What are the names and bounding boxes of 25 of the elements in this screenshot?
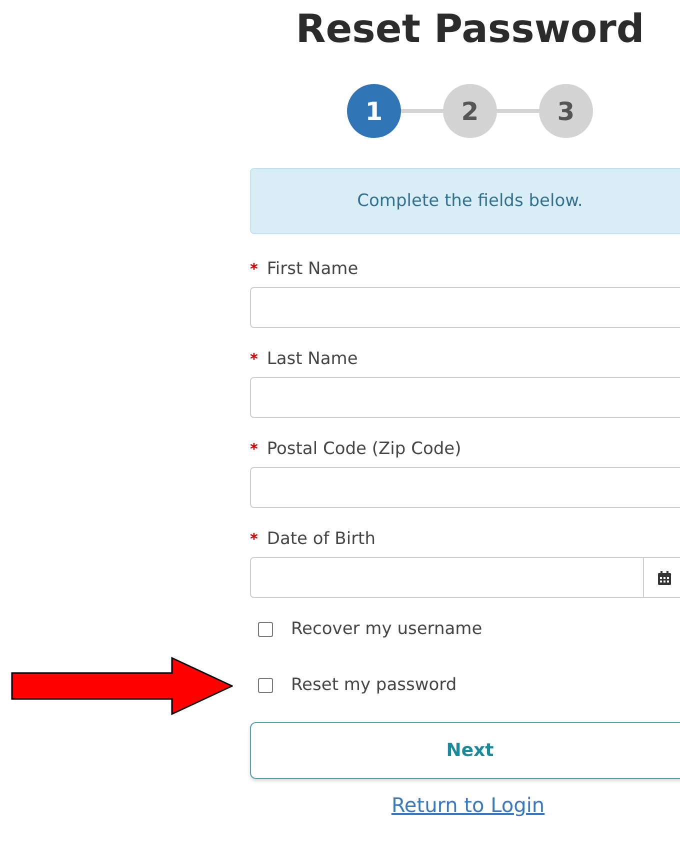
checkbox-label: Reset my password: [291, 675, 457, 695]
info-banner: Complete the fields below.: [250, 168, 680, 234]
required-mark: *: [250, 350, 258, 368]
text-input[interactable]: [250, 287, 680, 328]
required-mark: *: [250, 260, 258, 278]
field-label: First Name: [266, 259, 358, 279]
return-to-login-link[interactable]: Return to Login: [391, 793, 545, 817]
calendar-icon: [658, 570, 671, 584]
required-mark: *: [250, 530, 258, 548]
required-mark: *: [250, 440, 258, 458]
page-title: Reset Password: [294, 6, 646, 54]
checkbox[interactable]: [258, 622, 273, 636]
field-label: Postal Code (Zip Code): [266, 439, 462, 459]
checkbox[interactable]: [258, 678, 273, 692]
field-label: Date of Birth: [266, 529, 376, 549]
calendar-button[interactable]: [644, 557, 680, 598]
text-input[interactable]: [250, 467, 680, 508]
field-label: Last Name: [266, 349, 358, 369]
text-input[interactable]: [250, 377, 680, 418]
step-indicator: 1: [347, 84, 401, 138]
checkbox-label: Recover my username: [291, 619, 482, 639]
step-indicator: 2: [443, 84, 497, 138]
next-button[interactable]: Next: [250, 722, 680, 779]
step-indicator: 3: [539, 84, 593, 138]
date-input[interactable]: [250, 557, 644, 598]
